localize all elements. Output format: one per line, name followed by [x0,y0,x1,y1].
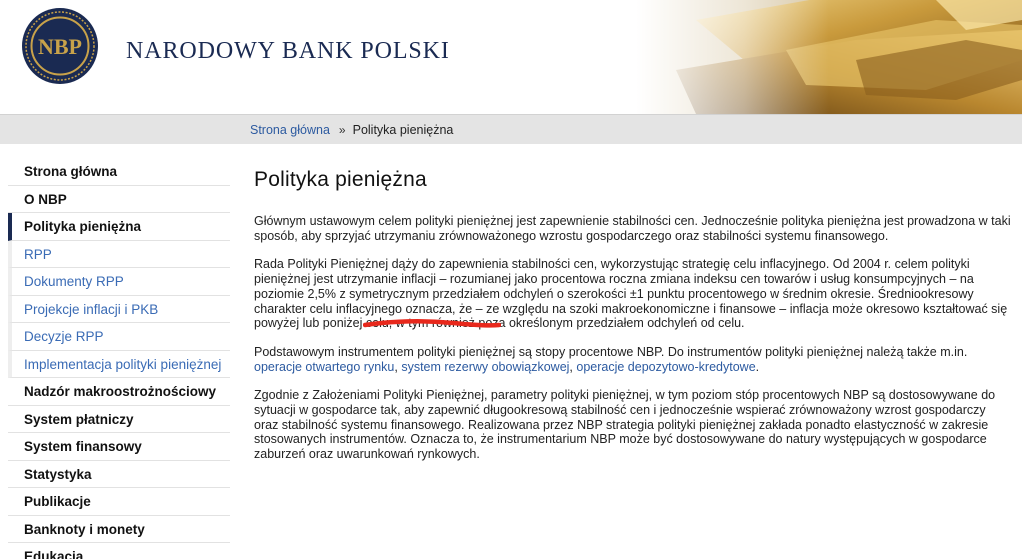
logo-text: NBP [38,34,82,59]
sidebar-subitem-decyzje-rpp[interactable]: Decyzje RPP [8,323,230,351]
breadcrumb: Strona główna » Polityka pieniężna [250,123,453,137]
breadcrumb-bar: Strona główna » Polityka pieniężna [0,114,1022,144]
main-content: Polityka pieniężna Głównym ustawowym cel… [254,168,1012,476]
gold-bars-image [636,0,1022,114]
link-operacje-depozytowo-kredytowe[interactable]: operacje depozytowo-kredytowe [576,360,755,374]
breadcrumb-home-link[interactable]: Strona główna [250,123,330,137]
link-system-rezerwy[interactable]: system rezerwy obowiązkowej [401,360,569,374]
paragraph-goal: Głównym ustawowym celem polityki pienięż… [254,214,1011,243]
sidebar-item-nadzor[interactable]: Nadzór makroostrożnościowy [8,378,230,406]
breadcrumb-current: Polityka pieniężna [352,123,454,137]
breadcrumb-separator: » [338,123,346,137]
sidebar-item-polityka-pieniezna[interactable]: Polityka pieniężna [8,213,230,241]
sidebar-item-strona-glowna[interactable]: Strona główna [8,158,230,186]
sidebar-item-banknoty[interactable]: Banknoty i monety [8,516,230,543]
page-title: Polityka pieniężna [254,168,427,191]
site-header: NBP NARODOWY BANK POLSKI [0,0,1022,114]
paragraph-instruments-text: Podstawowym instrumentem polityki pienię… [254,344,968,359]
sidebar-item-edukacja[interactable]: Edukacja [8,543,230,559]
sidebar-item-statystyka[interactable]: Statystyka [8,461,230,488]
sidebar-subitem-implementacja[interactable]: Implementacja polityki pieniężnej [8,350,230,378]
sidebar-item-system-finansowy[interactable]: System finansowy [8,433,230,461]
paragraph-assumptions: Zgodnie z Założeniami Polityki Pieniężne… [254,388,996,462]
brand-title[interactable]: NARODOWY BANK POLSKI [126,38,450,65]
sidebar-subitem-dokumenty-rpp[interactable]: Dokumenty RPP [8,268,230,296]
sidebar-item-system-platniczy[interactable]: System płatniczy [8,406,230,433]
sidebar-subitem-projekcje[interactable]: Projekcje inflacji i PKB [8,295,230,323]
sidebar-item-o-nbp[interactable]: O NBP [8,186,230,213]
paragraph-instruments-end: . [755,359,760,374]
paragraph-strategy: Rada Polityki Pieniężnej dąży do zapewni… [254,257,1008,331]
paragraph-instruments: Podstawowym instrumentem polityki pienię… [254,345,1012,374]
link-operacje-otwartego-rynku[interactable]: operacje otwartego rynku [254,360,394,374]
sidebar-nav: Strona główna O NBP Polityka pieniężna R… [8,158,230,559]
sidebar-subitem-rpp[interactable]: RPP [8,240,230,268]
sidebar-item-publikacje[interactable]: Publikacje [8,488,230,516]
nbp-logo[interactable]: NBP [21,7,99,85]
